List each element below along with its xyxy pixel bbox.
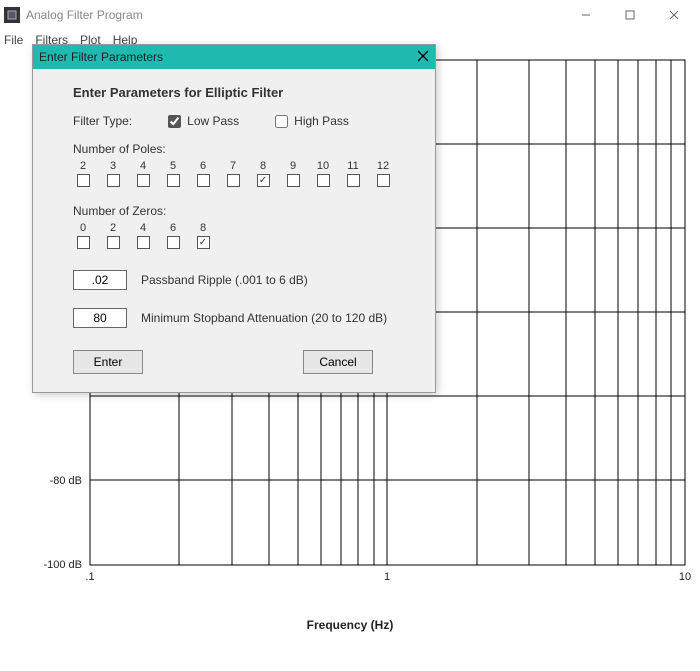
filter-parameters-dialog: Enter Filter Parameters Enter Parameters…: [32, 44, 436, 393]
poles-option-11[interactable]: 11: [343, 160, 363, 190]
poles-option-7[interactable]: 7: [223, 160, 243, 190]
poles-option-6[interactable]: 6: [193, 160, 213, 190]
poles-option-checkbox[interactable]: [347, 174, 360, 187]
minimize-button[interactable]: [564, 0, 608, 30]
dialog-titlebar: Enter Filter Parameters: [33, 45, 435, 69]
poles-option-label: 5: [163, 160, 183, 172]
ripple-input[interactable]: [73, 270, 127, 290]
poles-option-checkbox[interactable]: [227, 174, 240, 187]
menu-file[interactable]: File: [4, 33, 23, 47]
poles-option-checkbox[interactable]: [377, 174, 390, 187]
poles-option-8[interactable]: 8: [253, 160, 273, 190]
x-tick-01: .1: [85, 571, 94, 583]
zeros-option-label: 6: [163, 222, 183, 234]
zeros-option-0[interactable]: 0: [73, 222, 93, 252]
enter-button[interactable]: Enter: [73, 350, 143, 374]
poles-option-label: 12: [373, 160, 393, 172]
zeros-option-4[interactable]: 4: [133, 222, 153, 252]
poles-option-9[interactable]: 9: [283, 160, 303, 190]
poles-option-checkbox[interactable]: [197, 174, 210, 187]
ripple-label: Passband Ripple (.001 to 6 dB): [141, 273, 308, 287]
poles-option-checkbox[interactable]: [137, 174, 150, 187]
zeros-option-checkbox[interactable]: [137, 236, 150, 249]
zeros-option-6[interactable]: 6: [163, 222, 183, 252]
x-tick-1: 1: [384, 571, 390, 583]
zeros-option-checkbox[interactable]: [77, 236, 90, 249]
zeros-option-checkbox[interactable]: [167, 236, 180, 249]
y-tick-100: -100 dB: [43, 559, 82, 571]
poles-option-label: 10: [313, 160, 333, 172]
poles-option-label: 7: [223, 160, 243, 172]
cancel-button[interactable]: Cancel: [303, 350, 373, 374]
maximize-button[interactable]: [608, 0, 652, 30]
poles-option-checkbox[interactable]: [257, 174, 270, 187]
low-pass-label: Low Pass: [187, 114, 239, 128]
zeros-option-2[interactable]: 2: [103, 222, 123, 252]
filter-type-label: Filter Type:: [73, 114, 132, 128]
dialog-heading: Enter Parameters for Elliptic Filter: [73, 85, 407, 100]
poles-option-checkbox[interactable]: [317, 174, 330, 187]
poles-option-4[interactable]: 4: [133, 160, 153, 190]
poles-option-label: 8: [253, 160, 273, 172]
poles-option-label: 2: [73, 160, 93, 172]
poles-option-12[interactable]: 12: [373, 160, 393, 190]
low-pass-checkbox[interactable]: [168, 115, 181, 128]
poles-label: Number of Poles:: [73, 142, 407, 156]
app-icon: [4, 7, 20, 23]
poles-option-2[interactable]: 2: [73, 160, 93, 190]
poles-option-checkbox[interactable]: [77, 174, 90, 187]
zeros-option-label: 8: [193, 222, 213, 234]
y-tick-80: -80 dB: [50, 475, 82, 487]
poles-option-checkbox[interactable]: [167, 174, 180, 187]
zeros-option-8[interactable]: 8: [193, 222, 213, 252]
poles-option-label: 11: [343, 160, 363, 172]
poles-option-label: 6: [193, 160, 213, 172]
dialog-close-icon[interactable]: [417, 50, 429, 65]
poles-option-label: 9: [283, 160, 303, 172]
close-button[interactable]: [652, 0, 696, 30]
poles-option-3[interactable]: 3: [103, 160, 123, 190]
poles-option-10[interactable]: 10: [313, 160, 333, 190]
window-controls: [564, 0, 696, 30]
zeros-option-label: 0: [73, 222, 93, 234]
poles-option-label: 3: [103, 160, 123, 172]
high-pass-checkbox[interactable]: [275, 115, 288, 128]
x-axis-label: Frequency (Hz): [0, 618, 700, 632]
poles-option-checkbox[interactable]: [107, 174, 120, 187]
dialog-title: Enter Filter Parameters: [39, 50, 417, 64]
x-tick-10: 10: [679, 571, 691, 583]
poles-option-5[interactable]: 5: [163, 160, 183, 190]
window-title: Analog Filter Program: [26, 8, 564, 22]
zeros-option-label: 2: [103, 222, 123, 234]
zeros-label: Number of Zeros:: [73, 204, 407, 218]
poles-option-checkbox[interactable]: [287, 174, 300, 187]
attenuation-label: Minimum Stopband Attenuation (20 to 120 …: [141, 311, 387, 325]
zeros-option-checkbox[interactable]: [107, 236, 120, 249]
high-pass-label: High Pass: [294, 114, 349, 128]
poles-option-label: 4: [133, 160, 153, 172]
attenuation-input[interactable]: [73, 308, 127, 328]
zeros-option-checkbox[interactable]: [197, 236, 210, 249]
zeros-option-label: 4: [133, 222, 153, 234]
titlebar: Analog Filter Program: [0, 0, 700, 30]
